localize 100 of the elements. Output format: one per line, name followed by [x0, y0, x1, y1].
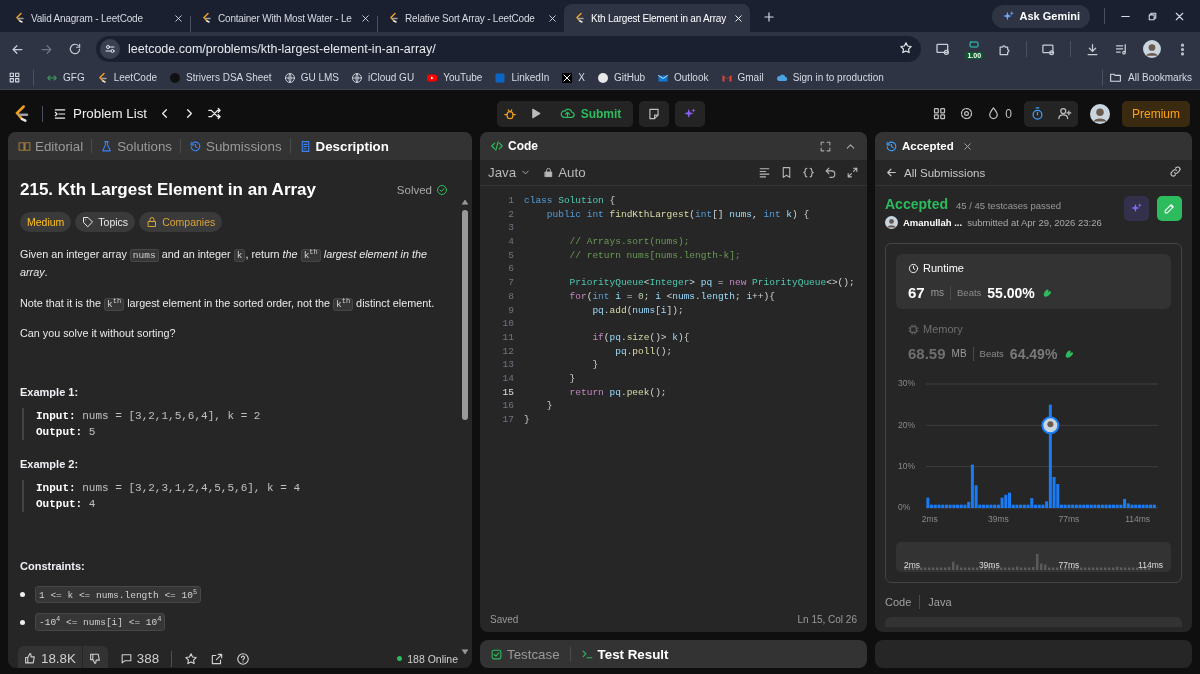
braces-icon[interactable]: [802, 166, 815, 179]
browser-tab[interactable]: Relative Sort Array - LeetCode: [378, 4, 564, 32]
tag-chip[interactable]: Companies: [139, 212, 223, 232]
code-line: }: [568, 371, 576, 386]
example-heading: Example 1:: [20, 386, 80, 399]
problem-list-button[interactable]: Problem List: [53, 106, 148, 121]
cursor-position: Ln 15, Col 26: [797, 613, 857, 625]
close-icon[interactable]: [360, 12, 371, 24]
square-icon: [494, 71, 507, 84]
scroll-up-icon[interactable]: [461, 198, 469, 206]
expand-icon[interactable]: [846, 166, 859, 179]
reload-icon[interactable]: [68, 42, 82, 56]
code-line: }: [523, 413, 530, 427]
close-icon[interactable]: [733, 12, 744, 24]
metric-value: 67: [908, 284, 925, 301]
bookmark-link[interactable]: YouTube: [426, 71, 483, 84]
premium-button[interactable]: Premium: [1122, 100, 1190, 127]
browser-tab[interactable]: Container With Most Water - Le: [191, 4, 377, 32]
auto-mode-button[interactable]: Auto: [543, 165, 586, 180]
line-number: 6: [507, 262, 514, 277]
range-selector[interactable]: 2ms 39ms 77ms 114ms: [896, 542, 1171, 572]
code-line: class Solution {: [523, 194, 616, 208]
comments-button[interactable]: 388: [119, 651, 160, 667]
panel-tab[interactable]: Submissions: [189, 138, 282, 154]
console-tab[interactable]: Testcase: [490, 646, 560, 662]
edit-button[interactable]: [1157, 196, 1182, 221]
ai-button[interactable]: [1124, 196, 1149, 221]
scroll-down-icon[interactable]: [461, 648, 469, 656]
help-icon[interactable]: [236, 651, 251, 666]
bookmark-link[interactable]: Strivers DSA Sheet: [169, 71, 272, 84]
settings-icon[interactable]: [959, 106, 975, 121]
shuffle-icon[interactable]: [207, 106, 223, 121]
bookmark-link[interactable]: iCloud GU: [351, 71, 415, 84]
back-arrow-icon[interactable]: [885, 166, 898, 179]
avatar-icon: [1143, 40, 1161, 58]
close-icon[interactable]: [961, 140, 973, 152]
code-line: }: [545, 399, 553, 413]
online-count: 188 Online: [407, 652, 458, 665]
bookmark-link[interactable]: GFG: [46, 71, 85, 84]
line-number: 1: [507, 194, 514, 208]
layout-icon[interactable]: [932, 106, 948, 121]
bookmark-link[interactable]: GitHub: [596, 71, 646, 84]
star-icon[interactable]: [184, 651, 199, 666]
all-submissions-link[interactable]: All Submissions: [904, 166, 986, 179]
bookmark-link[interactable]: Sign in to production: [775, 71, 884, 84]
panel-tab[interactable]: Editorial: [18, 138, 84, 154]
problem-title: 215. Kth Largest Element in an Array: [20, 180, 317, 200]
panel-tab[interactable]: Accepted: [885, 139, 954, 153]
thumbs-down-icon: [88, 652, 102, 666]
bookmark-link[interactable]: Gmail: [720, 71, 764, 84]
range-label: 2ms: [904, 560, 921, 570]
bookmark-link[interactable]: GU LMS: [283, 71, 339, 84]
panel-tab[interactable]: Solutions: [100, 138, 172, 154]
tag-chip[interactable]: Topics: [75, 212, 136, 232]
code-line: }: [591, 358, 599, 372]
bookmark-icon[interactable]: [780, 166, 793, 179]
ask-gemini-button[interactable]: Ask Gemini: [992, 4, 1090, 28]
fullscreen-icon[interactable]: [819, 139, 832, 153]
ai-button[interactable]: [675, 100, 706, 127]
circle-icon: [596, 71, 609, 84]
close-icon[interactable]: [173, 12, 184, 24]
notes-button[interactable]: [639, 100, 670, 127]
list-icon: [53, 106, 67, 121]
line-number: 2: [507, 207, 514, 222]
bookmark-link[interactable]: LinkedIn: [494, 71, 550, 84]
metric-card[interactable]: Runtime 67 ms Beats 55.00%: [896, 254, 1171, 309]
avatar-icon: [1090, 103, 1110, 124]
address-bar[interactable]: leetcode.com/problems/kth-largest-element-in-an-array/: [96, 36, 922, 62]
tag-chip[interactable]: Medium: [20, 212, 72, 232]
panel-tab[interactable]: Description: [298, 138, 389, 154]
format-icon[interactable]: [758, 166, 771, 179]
metric-card[interactable]: Memory 68.59 MB Beats 64.49%: [896, 315, 1171, 370]
download-icon[interactable]: [1085, 41, 1101, 57]
browser-tab[interactable]: Kth Largest Element in an Array: [564, 4, 750, 32]
chip-icon: [908, 323, 919, 335]
bookmark-link[interactable]: LeetCode: [96, 71, 158, 84]
code-line: PriorityQueue<Integer> pq = new PriorityQueue<>();: [568, 276, 855, 290]
bookmark-link[interactable]: Outlook: [657, 71, 709, 84]
author-name[interactable]: Amanullah ...: [903, 217, 963, 228]
line-number: 13: [501, 358, 514, 372]
screen-icon[interactable]: [935, 41, 952, 57]
language-dropdown[interactable]: Java: [488, 165, 532, 180]
link-icon[interactable]: [1169, 165, 1182, 178]
reset-icon[interactable]: [824, 166, 837, 179]
history-icon: [189, 139, 202, 153]
checkbox-icon: [490, 647, 503, 661]
bookmark-link[interactable]: X: [561, 71, 585, 84]
metric-value: 68.59: [908, 345, 946, 362]
scrollbar[interactable]: [462, 198, 468, 656]
console-tab[interactable]: Test Result: [580, 646, 669, 662]
all-bookmarks-link[interactable]: All Bookmarks: [1128, 72, 1192, 83]
close-icon[interactable]: [547, 12, 558, 24]
browser-tab[interactable]: Valid Anagram - LeetCode: [4, 4, 190, 32]
share-icon[interactable]: [210, 651, 225, 666]
beats-label: Beats: [957, 287, 982, 298]
site-settings-icon[interactable]: [104, 43, 116, 55]
star-icon[interactable]: [899, 40, 914, 55]
apps-icon[interactable]: [8, 71, 21, 84]
axis-label: 10%: [898, 460, 915, 471]
axis-label: 20%: [898, 419, 915, 430]
